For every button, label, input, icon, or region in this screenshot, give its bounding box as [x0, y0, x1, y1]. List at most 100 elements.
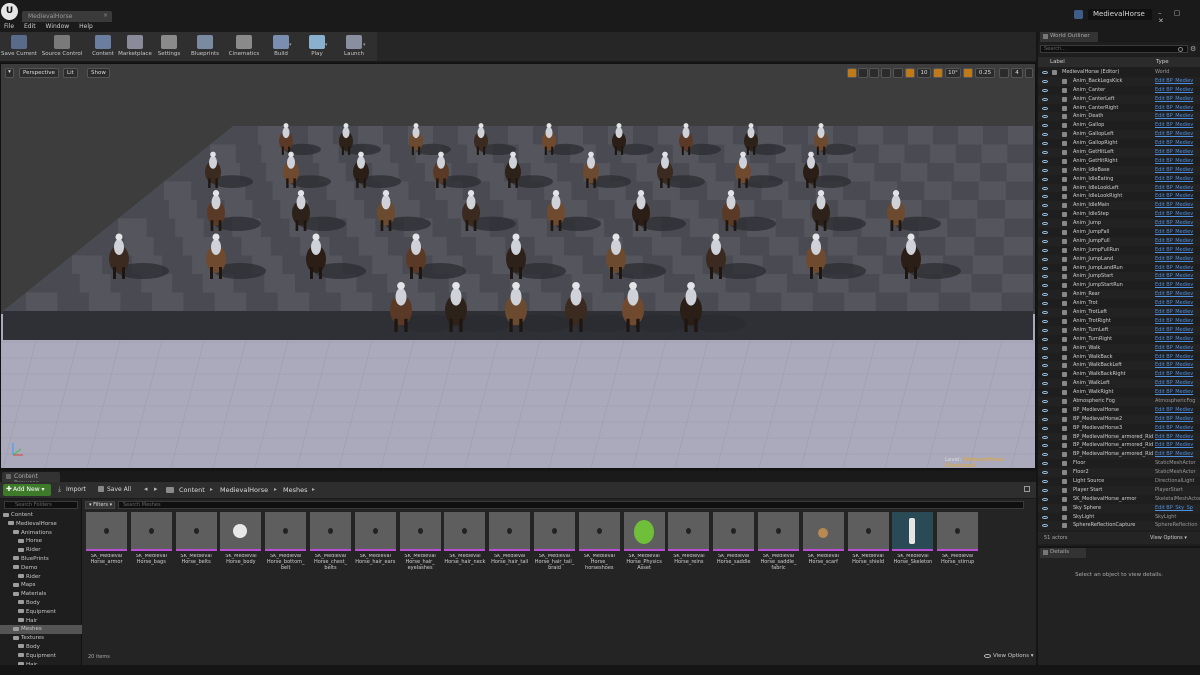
visibility-eye-icon[interactable]	[1042, 373, 1048, 377]
visibility-eye-icon[interactable]	[1042, 266, 1048, 270]
visibility-eye-icon[interactable]	[1042, 142, 1048, 146]
edit-blueprint-link[interactable]: Edit BP_Mediev	[1155, 299, 1200, 308]
visibility-eye-icon[interactable]	[1042, 399, 1048, 403]
visibility-eye-icon[interactable]	[1042, 444, 1048, 448]
folder-tree-item[interactable]: Materials	[0, 590, 82, 599]
outliner-row[interactable]: BP_MedievalHorse_armored_Rid Edit BP_Medi…	[1038, 450, 1200, 460]
visibility-eye-icon[interactable]	[1042, 515, 1048, 519]
edit-blueprint-link[interactable]: Edit BP_Mediev	[1155, 139, 1200, 148]
visibility-eye-icon[interactable]	[1042, 71, 1048, 74]
breadcrumb-content[interactable]: Content	[179, 486, 205, 494]
visibility-eye-icon[interactable]	[1042, 462, 1048, 466]
outliner-row[interactable]: Anim_IdleLookRight Edit BP_Mediev	[1038, 192, 1200, 201]
edit-blueprint-link[interactable]: Edit BP_Mediev	[1155, 433, 1200, 442]
folder-tree-item[interactable]: Body	[0, 599, 82, 608]
visibility-eye-icon[interactable]	[1042, 311, 1048, 315]
outliner-row[interactable]: Atmospheric Fog AtmosphericFog	[1038, 396, 1200, 406]
asset-tile[interactable]: SK_Medieval Horse_belts	[175, 512, 217, 576]
edit-blueprint-link[interactable]: Edit BP_Mediev	[1155, 272, 1200, 281]
outliner-row[interactable]: Anim_IdleBase Edit BP_Mediev	[1038, 165, 1200, 175]
asset-tile[interactable]: SK_Medieval Horse_ horseshoes	[578, 512, 620, 576]
toolbar-content-button[interactable]: Content	[90, 32, 116, 62]
maximize-viewport-icon[interactable]	[1025, 68, 1033, 78]
outliner-row[interactable]: BP_MedievalHorse2 Edit BP_Mediev	[1038, 414, 1200, 424]
asset-tile[interactable]: SK_Medieval Horse_bags	[130, 512, 172, 576]
folder-tree-item[interactable]: BluePrints	[0, 555, 82, 564]
outliner-row[interactable]: Anim_JumpFullRun Edit BP_Mediev	[1038, 246, 1200, 255]
visibility-eye-icon[interactable]	[1042, 79, 1048, 83]
visibility-eye-icon[interactable]	[1042, 382, 1048, 386]
gear-icon[interactable]: ⚙	[1190, 45, 1196, 53]
edit-blueprint-link[interactable]: Edit BP_Mediev	[1155, 441, 1200, 450]
visibility-eye-icon[interactable]	[1042, 115, 1048, 119]
toolbar-blueprints-button[interactable]: Blueprints	[188, 32, 222, 62]
outliner-row[interactable]: Light Source DirectionalLight	[1038, 477, 1200, 486]
folder-tree-item[interactable]: Equipment	[0, 652, 82, 661]
outliner-row[interactable]: Anim_GetHitLeft Edit BP_Mediev	[1038, 148, 1200, 157]
outliner-row[interactable]: Anim_WalkRight Edit BP_Mediev	[1038, 388, 1200, 397]
toolbar-cinematics-button[interactable]: Cinematics	[226, 32, 262, 62]
transform-translate-icon[interactable]	[847, 68, 857, 78]
back-arrow-icon[interactable]: ◂	[144, 485, 148, 493]
asset-tile[interactable]: SK_Medieval Horse_hair_ eyelashes	[399, 512, 441, 576]
folder-tree-item[interactable]: Equipment	[0, 608, 82, 617]
outliner-row[interactable]: Sky Sphere Edit BP_Sky_Sp	[1038, 503, 1200, 513]
visibility-eye-icon[interactable]	[1042, 435, 1048, 439]
filters-button[interactable]: ▾ Filters ▾	[85, 501, 115, 509]
grid-snap-value[interactable]: 10	[917, 68, 931, 78]
outliner-row[interactable]: Anim_JumpStart Edit BP_Mediev	[1038, 272, 1200, 282]
edit-blueprint-link[interactable]: Edit BP_Mediev	[1155, 175, 1200, 184]
visibility-eye-icon[interactable]	[1042, 177, 1048, 181]
visibility-eye-icon[interactable]	[1042, 97, 1048, 101]
outliner-row[interactable]: Anim_WalkLeft Edit BP_Mediev	[1038, 379, 1200, 389]
edit-blueprint-link[interactable]: Edit BP_Mediev	[1155, 424, 1200, 433]
camera-speed-icon[interactable]	[999, 68, 1009, 78]
visibility-eye-icon[interactable]	[1042, 417, 1048, 421]
edit-blueprint-link[interactable]: Edit BP_Mediev	[1155, 77, 1200, 86]
visibility-eye-icon[interactable]	[1042, 124, 1048, 128]
folder-tree-item[interactable]: Rider	[0, 573, 82, 582]
folder-tree-item[interactable]: Content	[0, 511, 82, 520]
edit-blueprint-link[interactable]: Edit BP_Mediev	[1155, 450, 1200, 459]
visibility-eye-icon[interactable]	[1042, 319, 1048, 323]
folder-tree-item[interactable]: Horse	[0, 537, 82, 546]
edit-blueprint-link[interactable]: Edit BP_Mediev	[1155, 237, 1200, 246]
toolbar-marketplace-button[interactable]: Marketplace	[118, 32, 152, 62]
visibility-eye-icon[interactable]	[1042, 222, 1048, 226]
visibility-eye-icon[interactable]	[1042, 453, 1048, 457]
outliner-row[interactable]: Player Start PlayerStart	[1038, 485, 1200, 495]
asset-tile[interactable]: SK_Medieval Horse_shield	[847, 512, 889, 576]
outliner-row[interactable]: Anim_Rear Edit BP_Mediev	[1038, 290, 1200, 300]
viewport-scene[interactable]	[1, 64, 1035, 468]
outliner-row[interactable]: BP_MedievalHorse Edit BP_Mediev	[1038, 406, 1200, 415]
visibility-eye-icon[interactable]	[1042, 346, 1048, 350]
visibility-eye-icon[interactable]	[1042, 257, 1048, 261]
save-all-button[interactable]: Save All	[97, 484, 137, 496]
edit-blueprint-link[interactable]: Edit BP_Mediev	[1155, 388, 1200, 397]
visibility-eye-icon[interactable]	[1042, 337, 1048, 341]
asset-tile[interactable]: SK_Medieval Horse_chest_ belts	[310, 512, 351, 576]
view-options-button[interactable]: View Options ▾	[984, 653, 1034, 659]
folder-tree-item[interactable]: Hair	[0, 617, 82, 626]
toolbar-save-button[interactable]: Save Current	[0, 32, 38, 62]
edit-blueprint-link[interactable]: Edit BP_Mediev	[1155, 104, 1200, 113]
edit-blueprint-link[interactable]: Edit BP_Mediev	[1155, 344, 1200, 353]
import-button[interactable]: ⤓ Import	[57, 484, 91, 496]
folder-tree-item[interactable]: Textures	[0, 634, 82, 643]
visibility-eye-icon[interactable]	[1042, 231, 1048, 235]
outliner-row[interactable]: Floor StaticMeshActor	[1038, 459, 1200, 468]
menu-window[interactable]: Window	[42, 22, 74, 31]
asset-tile[interactable]: SK_Medieval Horse_scarf	[802, 512, 844, 576]
details-tab[interactable]: Details	[1040, 548, 1086, 558]
document-tab[interactable]: MedievalHorse ×	[22, 11, 112, 22]
outliner-row[interactable]: SphereReflectionCapture SphereReflection	[1038, 521, 1200, 531]
outliner-row[interactable]: BP_MedievalHorse_armored_Rid Edit BP_Medi…	[1038, 441, 1200, 450]
add-new-button[interactable]: ✚ Add New ▾	[3, 484, 51, 496]
visibility-eye-icon[interactable]	[1042, 479, 1048, 483]
outliner-row[interactable]: Anim_Canter Edit BP_Mediev	[1038, 86, 1200, 95]
edit-blueprint-link[interactable]: Edit BP_Mediev	[1155, 228, 1200, 237]
edit-blueprint-link[interactable]: Edit BP_Mediev	[1155, 326, 1200, 335]
column-label[interactable]: Label	[1050, 59, 1065, 65]
outliner-row[interactable]: Anim_Death Edit BP_Mediev	[1038, 112, 1200, 122]
outliner-row[interactable]: Anim_JumpLandRun Edit BP_Mediev	[1038, 264, 1200, 273]
